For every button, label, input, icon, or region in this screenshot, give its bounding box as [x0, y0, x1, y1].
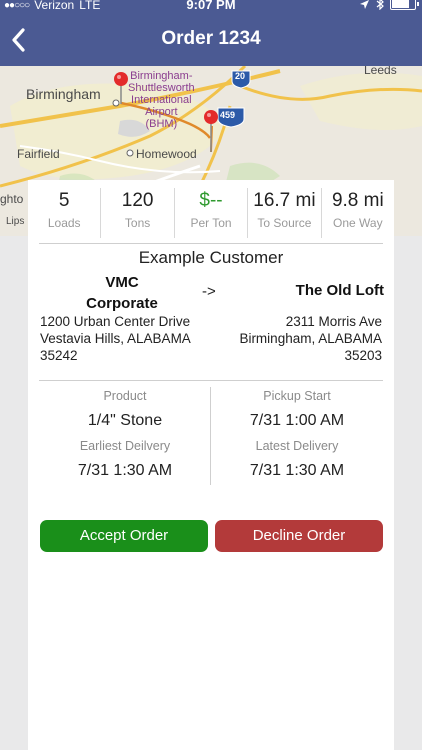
map-label-birmingham: Birmingham	[26, 86, 101, 102]
map-label-highway-459: 459	[220, 110, 236, 120]
origin-name: VMC Corporate	[86, 274, 158, 312]
order-card: 5 Loads 120 Tons $-- Per Ton 16.7 mi To …	[28, 180, 394, 750]
stat-tons: 120 Tons	[101, 188, 175, 238]
stat-loads: 5 Loads	[28, 188, 102, 238]
stat-value: 5	[58, 190, 70, 211]
column-divider	[210, 387, 211, 485]
schedule-column: Pickup Start 7/31 1:00 AM Latest Deliver…	[212, 388, 382, 488]
stat-value: 9.8 mi	[331, 190, 384, 211]
origin-address: 1200 Urban Center Drive Vestavia Hills, …	[40, 314, 191, 363]
stat-per-ton: $-- Per Ton	[175, 188, 249, 238]
customer-name: Example Customer	[138, 248, 284, 267]
stat-label: Tons	[124, 216, 151, 230]
stat-value: 120	[121, 190, 154, 211]
pickup-start-value: 7/31 1:00 AM	[249, 412, 345, 429]
product-column: Product 1/4" Stone Earliest Deilvery 7/3…	[40, 388, 210, 488]
stat-label: Per Ton	[190, 216, 232, 230]
earliest-delivery-label: Earliest Deilvery	[79, 439, 171, 453]
accept-order-button[interactable]: Accept Order	[40, 520, 208, 552]
map-label-fairfield: Fairfield	[17, 147, 60, 161]
map-label-highway-20: 20	[235, 71, 246, 81]
order-stats: 5 Loads 120 Tons $-- Per Ton 16.7 mi To …	[28, 188, 394, 238]
product-value: 1/4" Stone	[87, 412, 163, 429]
product-label: Product	[103, 389, 147, 403]
map-label-edge-2: Lips	[6, 216, 25, 227]
map-label-homewood: Homewood	[136, 147, 197, 161]
stat-value: $--	[199, 190, 223, 211]
destination-address: 2311 Morris Ave Birmingham, ALABAMA 3520…	[239, 314, 382, 363]
stat-to-source: 16.7 mi To Source	[248, 188, 322, 238]
stat-label: To Source	[257, 216, 312, 230]
map-label-edge-1: ghto	[0, 192, 24, 206]
page-title: Order 1234	[161, 28, 261, 49]
stat-label: Loads	[47, 216, 81, 230]
divider	[39, 380, 383, 381]
map-label-leeds: Leeds	[364, 66, 397, 77]
bluetooth-icon	[376, 0, 384, 10]
map-label-airport: Birmingham- Shuttlesworth International …	[128, 70, 195, 130]
latest-delivery-label: Latest Delivery	[255, 439, 339, 453]
pickup-start-label: Pickup Start	[263, 389, 331, 403]
earliest-delivery-value: 7/31 1:30 AM	[77, 462, 173, 479]
status-bar: ●●○○○ Verizon LTE 9:07 PM	[0, 0, 422, 14]
decline-order-button[interactable]: Decline Order	[215, 520, 383, 552]
navigation-bar: ●●○○○ Verizon LTE 9:07 PM Order 1234	[0, 0, 422, 66]
battery-icon	[390, 0, 419, 10]
divider	[39, 243, 383, 244]
stat-label: One Way	[333, 216, 383, 230]
stat-one-way: 9.8 mi One Way	[322, 188, 394, 238]
latest-delivery-value: 7/31 1:30 AM	[249, 462, 345, 479]
location-arrow-icon	[360, 0, 369, 9]
stat-value: 16.7 mi	[253, 190, 316, 211]
route-arrow: ->	[202, 283, 216, 300]
destination-name: The Old Loft	[295, 282, 384, 299]
